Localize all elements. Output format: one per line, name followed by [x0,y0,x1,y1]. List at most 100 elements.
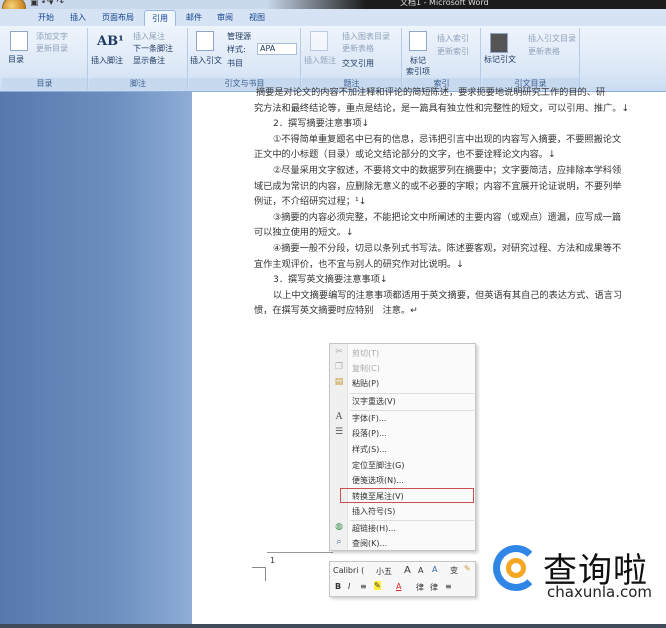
decrease-indent-button[interactable]: 律 [416,582,424,593]
tab-references[interactable]: 引用 [144,10,176,27]
footnote-icon: AB¹ [97,34,124,49]
show-notes-button[interactable]: 显示备注 [133,55,165,66]
group-index: 标记 索引项 插入索引 更新索引 索引 [403,28,481,90]
menu-icon-gutter [330,344,348,550]
paragraph: ②尽量采用文字叙述，不要将文中的数据罗列在摘要中；文字要简洁，应排除本学科领 [273,164,622,176]
shrink-font-icon[interactable]: A [418,566,423,575]
bullets-button[interactable]: ≡ [445,582,452,591]
menu-item-convert-to-endnote[interactable]: 转换至尾注(V) [340,488,474,503]
paragraph: 宜作主观评价，也不宜与别人的研究作对比说明。↓ [254,258,464,270]
group-label-footnotes: 脚注 [89,78,187,90]
add-text-button[interactable]: 添加文字 [36,31,68,42]
paste-icon: ▤ [334,377,344,387]
menu-item-cut[interactable]: 剪切(T) [350,346,474,361]
bottom-border [0,624,666,628]
paragraph: 正文中的小标题（目录）或论文结论部分的文字，也不要诠释论文内容。↓ [254,149,556,161]
mark-citation-button[interactable]: 标记引文 [484,54,516,65]
format-painter-icon[interactable]: ✎ [464,564,471,573]
undo-icon[interactable]: ↶▾ [41,0,53,8]
paragraph: 摘要是对论文的内容不加注释和评论的简短陈述，要求扼要地说明研究工作的目的、研 [256,87,606,98]
paragraph-icon: ☰ [334,427,344,437]
phonetic-icon[interactable]: 变 [450,565,458,576]
title-bar: 文档1 - Microsoft Word [0,0,666,9]
style-select[interactable]: APA [257,43,297,55]
menu-item-paste[interactable]: 粘贴(P) [350,376,474,391]
context-menu: ✂ 剪切(T) ❐ 复制(C) ▤ 粘贴(P) 汉字重选(V) A 字体(F).… [329,343,476,551]
font-name-select[interactable]: Calibri ( [333,566,364,575]
tab-insert[interactable]: 插入 [70,12,86,23]
tab-home[interactable]: 开始 [38,12,54,23]
magnifier-icon [506,558,526,578]
insert-table-of-figures-button[interactable]: 插入图表目录 [342,31,390,42]
font-size-select[interactable]: 小五 [376,566,392,577]
tab-page-layout[interactable]: 页面布局 [102,12,134,23]
copy-icon: ❐ [334,362,344,372]
tab-review[interactable]: 审阅 [217,12,233,23]
italic-button[interactable]: I [348,582,350,591]
paragraph: ③摘要的内容必须完整，不能把论文中所阐述的主要内容（或观点）遗漏，应写成一篇 [273,211,622,223]
window-title: 文档1 - Microsoft Word [400,0,489,7]
paragraph: 3．撰写英文摘要注意事项↓ [273,274,388,286]
insert-footnote-button[interactable]: 插入脚注 [91,55,123,66]
insert-toa-button[interactable]: 插入引文目录 [528,33,576,44]
update-toc-button[interactable]: 更新目录 [36,43,68,54]
paragraph: 域已成为常识的内容，应删除无意义的或不必要的字眼；内容不宜展开论证说明，不要列举 [254,180,622,192]
caption-icon [310,31,328,51]
paragraph: 究方法和最终结论等，重点是结论，是一篇具有独立性和完整性的短文，可以引用、推广。… [254,102,630,114]
insert-index-button[interactable]: 插入索引 [437,33,469,44]
insert-endnote-button[interactable]: 插入尾注 [133,31,165,42]
grow-font-icon[interactable]: A [404,565,411,576]
menu-item-insert-symbol[interactable]: 插入符号(S) [350,504,474,519]
insert-caption-button[interactable]: 插入题注 [304,55,336,66]
insert-citation-button[interactable]: 插入引文 [190,55,222,66]
footnote-number[interactable]: 1 [270,556,275,565]
mark-entry-button[interactable]: 标记 [410,55,426,66]
redo-icon[interactable]: ↷ [56,0,64,8]
bold-button[interactable]: B [335,582,341,591]
menu-item-paragraph[interactable]: 段落(P)... [350,426,474,441]
manage-sources-button[interactable]: 管理源 [227,31,251,42]
menu-item-go-to-footnote[interactable]: 定位至脚注(G) [350,458,474,473]
paragraph: ①不得简单重复题名中已有的信息，忌讳把引言中出现的内容写入摘要，不要照搬论文 [273,133,622,145]
font-icon: A [335,412,343,422]
paragraph: 以上中文摘要编写的注意事项都适用于英文摘要，但英语有其自己的表达方式、语言习 [273,289,623,301]
increase-indent-button[interactable]: 律 [430,582,438,593]
menu-item-look-up[interactable]: 查阅(K)... [350,536,474,551]
group-footnotes: AB¹ 插入脚注 插入尾注 下一条脚注 显示备注 脚注 [89,28,188,90]
menu-item-styles[interactable]: 样式(S)... [350,442,474,457]
save-icon[interactable]: ▣ [30,0,39,8]
menu-item-copy[interactable]: 复制(C) [350,361,474,376]
toc-button[interactable]: 目录 [8,54,24,65]
menu-item-note-options[interactable]: 便笺选项(N)... [350,473,474,488]
cross-reference-button[interactable]: 交叉引用 [342,58,374,69]
hyperlink-icon: ◍ [335,522,343,532]
ribbon: 目录 添加文字 更新目录 目录 AB¹ 插入脚注 插入尾注 下一条脚注 显示备注… [0,26,666,92]
tab-mailings[interactable]: 邮件 [186,12,202,23]
font-color-button[interactable]: A [396,582,401,591]
menu-item-font[interactable]: 字体(F)... [350,411,474,426]
style-label: 样式: [227,45,246,54]
mark-entry-button-line2[interactable]: 索引项 [406,66,430,77]
paragraph: 2．撰写摘要注意事项↓ [273,118,370,130]
paragraph: 惯，在撰写英文摘要时应特别 注意。↵ [254,305,418,317]
update-toa-button[interactable]: 更新表格 [528,46,560,57]
workspace-background [0,92,192,625]
mark-citation-icon [490,33,508,53]
highlight-icon[interactable]: ✎ [374,581,381,590]
next-footnote-button[interactable]: 下一条脚注 [133,43,173,54]
update-table-button[interactable]: 更新表格 [342,43,374,54]
tab-view[interactable]: 视图 [249,12,265,23]
menu-item-hyperlink[interactable]: 超链接(H)... [350,521,474,536]
mark-entry-icon [409,31,427,51]
group-toc: 目录 添加文字 更新目录 目录 [2,28,88,90]
footnote-separator [267,552,333,553]
group-captions: 插入题注 插入图表目录 更新表格 交叉引用 题注 [302,28,402,90]
menu-item-reconvert[interactable]: 汉字重选(V) [350,394,474,409]
group-label-toc: 目录 [2,78,87,90]
toc-icon [10,31,28,51]
update-index-button[interactable]: 更新索引 [437,46,469,57]
center-button[interactable]: ≡ [360,582,367,591]
styles-icon[interactable]: A [432,565,437,574]
bibliography-button[interactable]: 书目 [227,58,243,69]
document-body[interactable]: 摘要是对论文的内容不加注释和评论的简短陈述，要求扼要地说明研究工作的目的、研 究… [254,87,630,319]
